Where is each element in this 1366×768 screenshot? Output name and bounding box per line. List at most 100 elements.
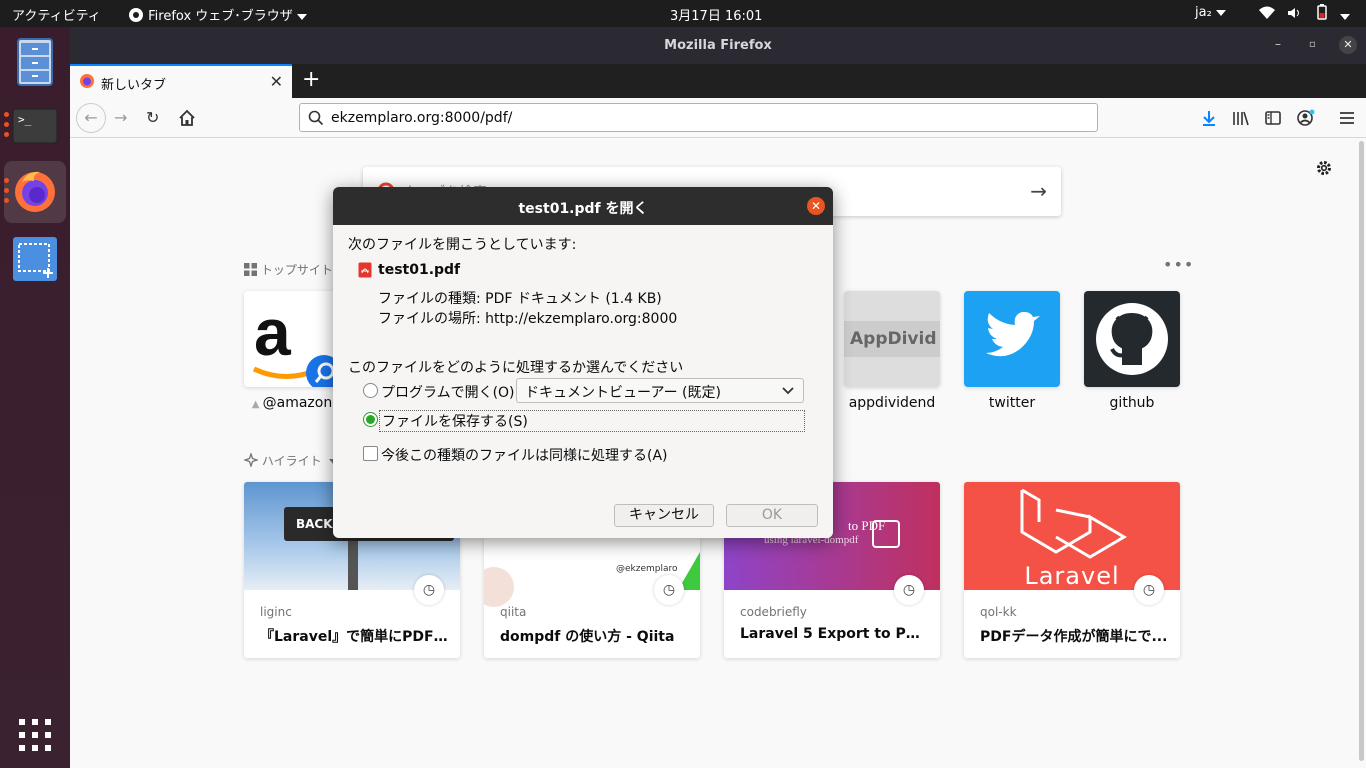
top-site-github[interactable]: github — [1084, 291, 1180, 411]
dialog-filename: test01.pdf — [378, 262, 461, 278]
top-site-amazon[interactable]: a ▲ @amazon — [244, 291, 340, 411]
sparkle-icon — [242, 451, 260, 469]
app-menu[interactable]: Firefox ウェブ･ブラウザ — [128, 5, 307, 24]
app-grid-icon — [19, 719, 51, 751]
tab-new-tab[interactable]: 新しいタブ ✕ — [70, 64, 292, 98]
account-icon[interactable] — [1296, 108, 1316, 128]
chevron-down-icon — [1340, 13, 1351, 20]
card-source: codebriefly — [740, 605, 807, 619]
amazon-logo: a — [244, 291, 340, 387]
tab-close-icon[interactable]: ✕ — [270, 72, 283, 91]
grid-icon — [244, 263, 257, 276]
maximize-button[interactable]: ▫ — [1309, 39, 1316, 50]
show-applications-button[interactable] — [17, 717, 53, 753]
back-button[interactable]: ← — [76, 103, 106, 133]
gear-icon[interactable] — [1315, 159, 1333, 177]
save-file-label[interactable]: ファイルを保存する(S) — [379, 410, 805, 432]
scrollbar-thumb[interactable] — [1359, 141, 1364, 761]
svg-text:a: a — [254, 295, 292, 369]
save-file-radio[interactable] — [363, 412, 378, 427]
application-select[interactable]: ドキュメントビューアー (既定) — [516, 378, 804, 403]
download-icon[interactable] — [1200, 109, 1218, 127]
activities-button[interactable]: アクティビティ — [12, 5, 101, 24]
twitter-bird-icon — [964, 291, 1060, 387]
remember-choice-label[interactable]: 今後この種類のファイルは同様に処理する(A) — [381, 445, 668, 465]
dialog-header[interactable]: test01.pdf を開く ✕ — [333, 187, 833, 225]
highlights-heading[interactable]: ハイライト — [242, 451, 340, 469]
chevron-down-icon — [296, 13, 307, 20]
cancel-button[interactable]: キャンセル — [614, 504, 714, 527]
remember-choice-checkbox[interactable] — [363, 446, 378, 461]
url-bar[interactable]: ekzemplaro.org:8000/pdf/ — [299, 103, 1098, 132]
reload-button[interactable]: ↻ — [146, 108, 159, 127]
laravel-small-logo — [872, 520, 900, 548]
dock: >_ — [0, 27, 70, 768]
window-title: Mozilla Firefox — [664, 38, 772, 53]
wifi-icon — [1259, 6, 1275, 19]
top-bar: アクティビティ Firefox ウェブ･ブラウザ 3月17日 16:01 ja₂ — [0, 0, 1366, 27]
top-site-twitter[interactable]: twitter — [964, 291, 1060, 411]
tab-bar: 新しいタブ ✕ + — [70, 64, 1366, 98]
input-method-indicator[interactable]: ja₂ — [1195, 5, 1226, 20]
menu-icon[interactable] — [1338, 109, 1356, 127]
card-image-author: @ekzemplaro — [616, 564, 678, 574]
github-octocat-icon — [1084, 291, 1180, 387]
firefox-small-icon — [129, 8, 143, 22]
open-with-radio[interactable] — [363, 383, 378, 398]
search-icon — [308, 110, 324, 126]
clock-icon: ◷ — [1134, 575, 1164, 605]
sidebar-icon[interactable] — [1264, 109, 1282, 127]
navigation-toolbar: ← → ↻ ekzemplaro.org:8000/pdf/ — [70, 98, 1366, 138]
card-title: 『Laravel』で簡単にPDFデ... — [260, 629, 450, 645]
firefox-tab-icon — [80, 74, 94, 88]
top-sites-heading[interactable]: トップサイト — [244, 261, 333, 278]
top-site-name: appdividend — [848, 395, 936, 411]
more-options-icon[interactable]: ••• — [1163, 255, 1194, 274]
svg-text:>_: >_ — [18, 113, 32, 126]
volume-icon — [1288, 8, 1300, 18]
close-icon[interactable]: ✕ — [807, 197, 825, 215]
url-text: ekzemplaro.org:8000/pdf/ — [331, 110, 513, 126]
file-location: ファイルの場所: http://ekzemplaro.org:8000 — [378, 311, 678, 327]
clock[interactable]: 3月17日 16:01 — [670, 5, 762, 24]
card-title: Laravel 5 Export to PDF u... — [740, 626, 930, 642]
top-site-name: github — [1109, 395, 1155, 411]
new-tab-button[interactable]: + — [302, 67, 320, 92]
forward-button[interactable]: → — [114, 108, 127, 127]
open-with-label[interactable]: プログラムで開く(O): — [381, 382, 519, 402]
scrollbar[interactable] — [1358, 139, 1366, 768]
running-indicator — [4, 188, 9, 193]
top-sites-label: トップサイト — [260, 263, 333, 277]
system-status-menu[interactable] — [1258, 4, 1351, 24]
screenshot-icon — [13, 237, 57, 281]
title-bar[interactable]: Mozilla Firefox – ▫ ✕ — [70, 27, 1366, 64]
input-method-label: ja₂ — [1195, 5, 1212, 20]
open-file-dialog: test01.pdf を開く ✕ 次のファイルを開こうとしています: test0… — [333, 187, 833, 538]
dialog-question: このファイルをどのように処理するか選んでください — [348, 360, 684, 376]
application-select-value: ドキュメントビューアー (既定) — [525, 385, 721, 401]
firefox-icon — [15, 171, 55, 212]
clock-icon: ◷ — [414, 575, 444, 605]
ok-button[interactable]: OK — [726, 504, 818, 527]
battery-icon — [1317, 4, 1328, 20]
highlight-card-qol-kk[interactable]: Laravel ◷ qol-kk PDFデータ作成が簡単にで... — [964, 482, 1180, 658]
dock-files[interactable] — [4, 31, 66, 93]
dock-screenshot[interactable] — [4, 227, 66, 289]
dock-terminal[interactable]: >_ — [4, 95, 66, 157]
app-menu-label: Firefox ウェブ･ブラウザ — [148, 9, 293, 24]
top-site-appdividend[interactable]: AppDivid appdividend — [844, 291, 940, 411]
card-source: qol-kk — [980, 605, 1017, 619]
running-indicator — [4, 198, 9, 203]
library-icon[interactable] — [1232, 109, 1250, 127]
dialog-intro: 次のファイルを開こうとしています: — [348, 237, 577, 253]
search-submit-arrow-icon[interactable]: → — [1030, 179, 1047, 203]
pin-icon: ▲ — [251, 399, 263, 410]
minimize-button[interactable]: – — [1275, 37, 1281, 51]
terminal-icon: >_ — [12, 108, 58, 144]
dock-firefox[interactable] — [4, 161, 66, 223]
pdf-file-icon — [358, 262, 372, 278]
card-title: dompdf の使い方 - Qiita — [500, 629, 675, 645]
clock-icon: ◷ — [654, 575, 684, 605]
close-window-button[interactable]: ✕ — [1339, 36, 1357, 54]
home-icon[interactable] — [178, 109, 196, 127]
